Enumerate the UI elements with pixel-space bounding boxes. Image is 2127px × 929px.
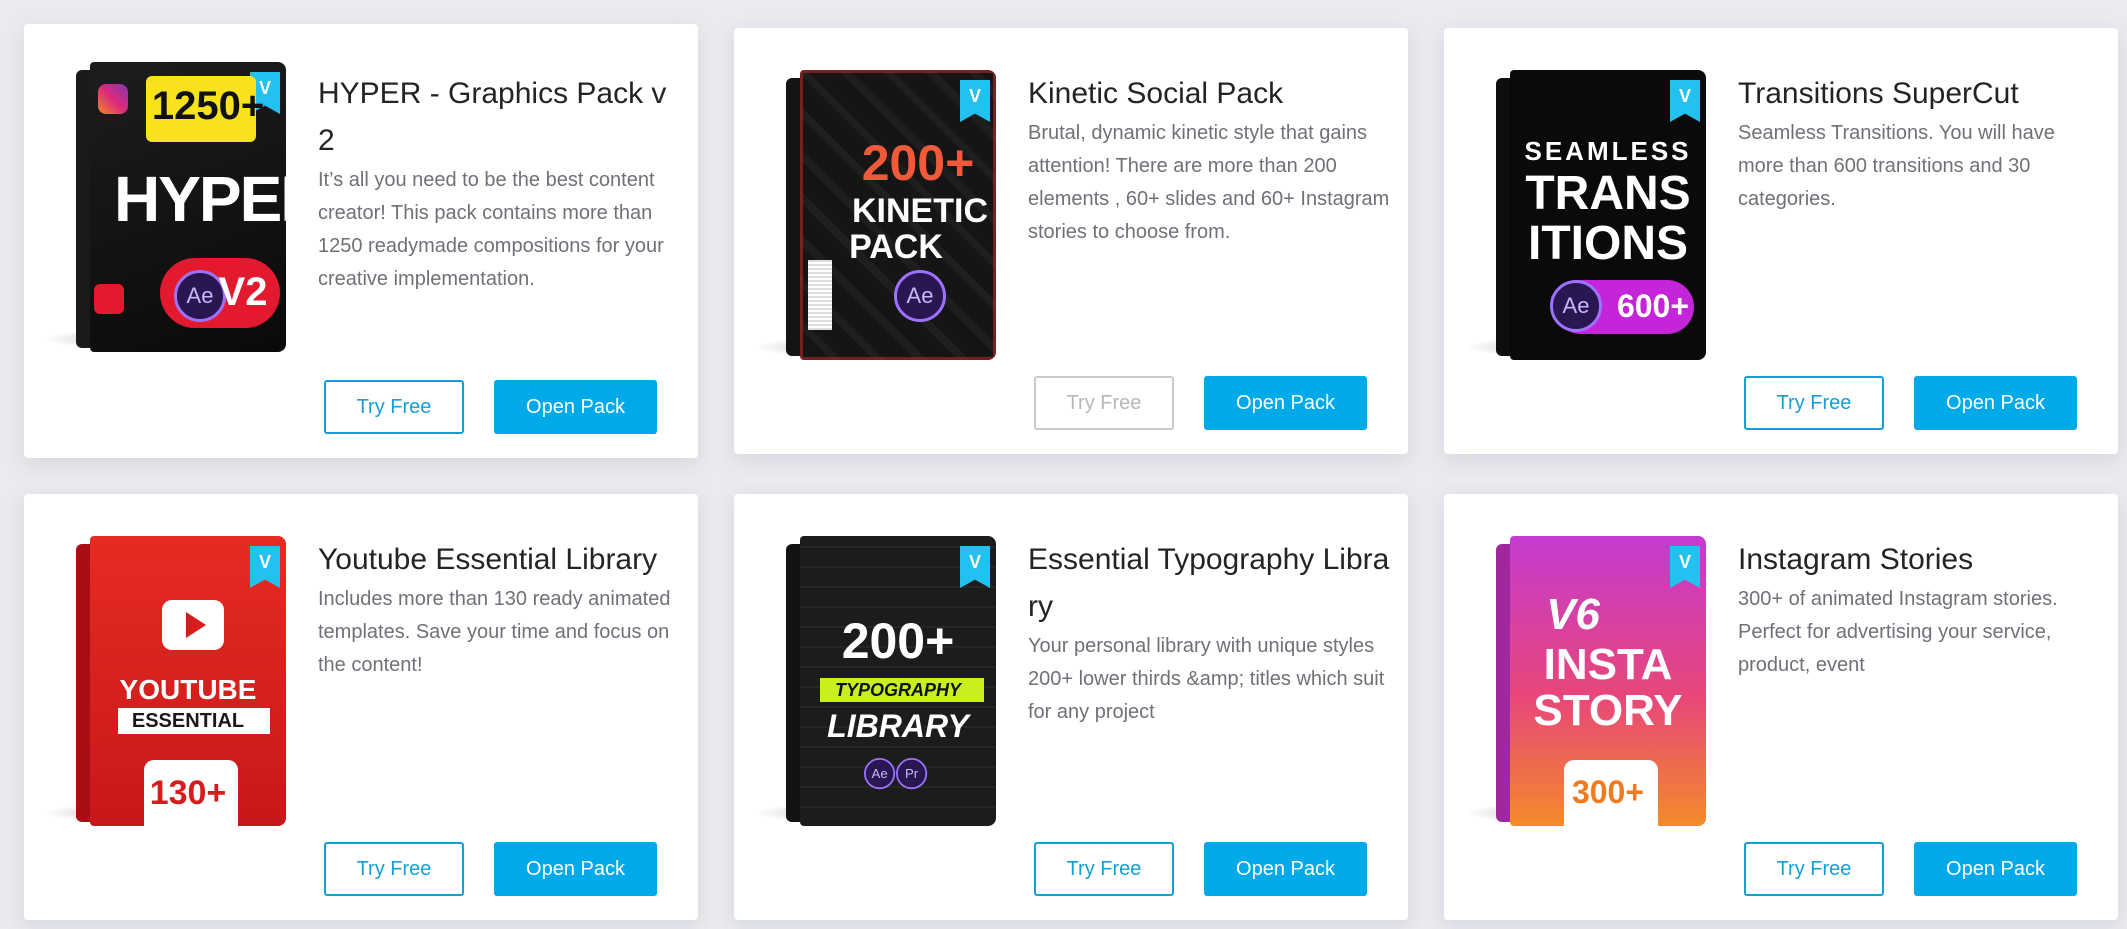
try-free-button[interactable]: Try Free — [324, 380, 464, 434]
after-effects-icon: Ae — [894, 270, 946, 322]
pack-card-kinetic: V 200+ KINETIC PACK Ae Kinetic Social Pa… — [734, 28, 1408, 454]
pack-card-youtube: V YOUTUBE ESSENTIAL 130+ Youtube Essenti… — [24, 494, 698, 920]
pack-box-art: V 200+ KINETIC PACK Ae — [754, 70, 1026, 370]
pack-box-art: V SEAMLESS TRANS ITIONS Ae 600+ — [1464, 70, 1736, 370]
pack-title: Essential Typography Library — [1028, 543, 1390, 623]
pack-box-art: V V6 INSTA STORY 300+ — [1464, 536, 1736, 836]
barcode-icon — [808, 260, 832, 330]
pack-card-transitions: V SEAMLESS TRANS ITIONS Ae 600+ Transiti… — [1444, 28, 2118, 454]
pack-title: Instagram Stories — [1738, 543, 1974, 576]
pack-box-art: V 1250+ HYPER Ae V2 — [44, 62, 316, 362]
open-pack-button[interactable]: Open Pack — [1914, 842, 2077, 896]
open-pack-button[interactable]: Open Pack — [1914, 376, 2077, 430]
brand-ribbon-icon: V — [1670, 80, 1700, 122]
pack-description: Brutal, dynamic kinetic style that gains… — [1028, 122, 1390, 243]
pack-card-hyper: V 1250+ HYPER Ae V2 HYPER - Graphics Pac… — [24, 24, 698, 458]
pack-title: Transitions SuperCut — [1738, 77, 2019, 110]
pack-box-art: V YOUTUBE ESSENTIAL 130+ — [44, 536, 316, 836]
pack-description: Seamless Transitions. You will have more… — [1738, 122, 2055, 210]
brand-ribbon-icon: V — [1670, 546, 1700, 588]
youtube-icon — [94, 284, 124, 314]
brand-ribbon-icon: V — [960, 546, 990, 588]
open-pack-button[interactable]: Open Pack — [1204, 376, 1367, 430]
try-free-button[interactable]: Try Free — [324, 842, 464, 896]
instagram-icon — [98, 84, 128, 114]
pack-description: Your personal library with unique styles… — [1028, 635, 1385, 723]
pack-title: Youtube Essential Library — [318, 543, 658, 576]
pack-description: Includes more than 130 ready animated te… — [318, 588, 671, 676]
pack-card-typography: V 200+ TYPOGRAPHY LIBRARY Ae Pr Essentia… — [734, 494, 1408, 920]
open-pack-button[interactable]: Open Pack — [1204, 842, 1367, 896]
pack-box-art: V 200+ TYPOGRAPHY LIBRARY Ae Pr — [754, 536, 1026, 836]
pack-title: Kinetic Social Pack — [1028, 77, 1284, 110]
try-free-button[interactable]: Try Free — [1744, 842, 1884, 896]
try-free-button[interactable]: Try Free — [1034, 376, 1174, 430]
after-effects-icon: Ae — [864, 758, 896, 790]
open-pack-button[interactable]: Open Pack — [494, 842, 657, 896]
pack-card-instagram: V V6 INSTA STORY 300+ Instagram Stories … — [1444, 494, 2118, 920]
premiere-pro-icon: Pr — [896, 758, 928, 790]
pack-title: HYPER - Graphics Pack v 2 — [318, 77, 667, 157]
after-effects-icon: Ae — [1550, 280, 1602, 332]
brand-ribbon-icon: V — [250, 546, 280, 588]
open-pack-button[interactable]: Open Pack — [494, 380, 657, 434]
try-free-button[interactable]: Try Free — [1034, 842, 1174, 896]
try-free-button[interactable]: Try Free — [1744, 376, 1884, 430]
pack-description: 300+ of animated Instagram stories. Perf… — [1738, 588, 2058, 676]
pack-description: It’s all you need to be the best content… — [318, 169, 664, 290]
